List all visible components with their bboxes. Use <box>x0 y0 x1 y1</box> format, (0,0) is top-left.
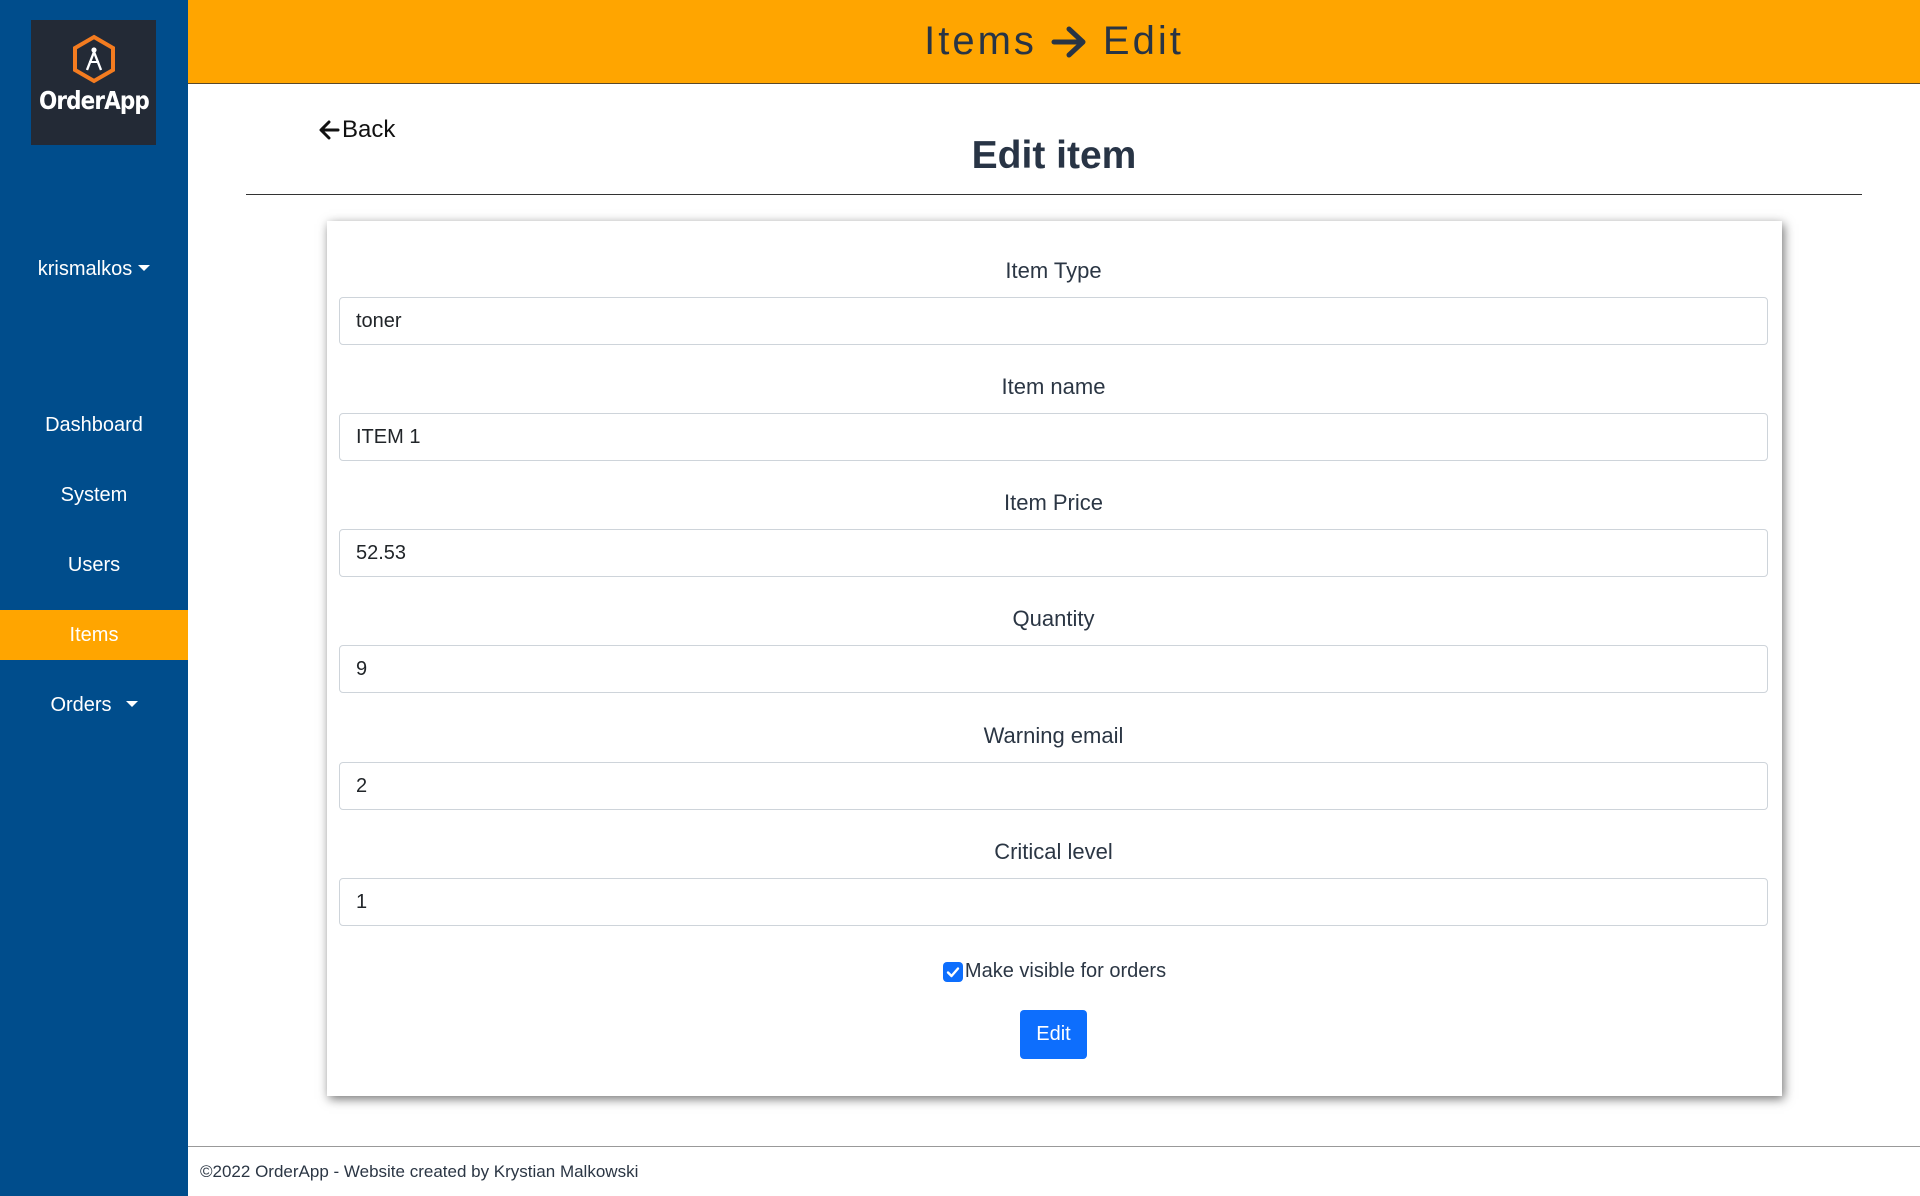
breadcrumb-parent: Items <box>924 19 1037 63</box>
visible-for-orders-row: Make visible for orders <box>327 960 1782 983</box>
critical-level-field: Critical level <box>339 832 1768 926</box>
item-name-field: Item name <box>339 367 1768 461</box>
sidebar-item-system[interactable]: System <box>0 470 188 520</box>
sidebar-item-items[interactable]: Items <box>0 610 188 660</box>
warning-email-label: Warning email <box>983 723 1124 748</box>
item-type-field: Item Type <box>339 251 1768 345</box>
item-type-label: Item Type <box>1005 258 1102 283</box>
caret-down-icon <box>138 265 151 272</box>
app-logo[interactable]: OrderApp <box>31 20 156 145</box>
item-price-label: Item Price <box>1003 490 1104 515</box>
visible-for-orders-label: Make visible for orders <box>964 960 1167 982</box>
user-name: krismalkos <box>37 258 133 280</box>
sidebar-item-dashboard[interactable]: Dashboard <box>0 400 188 450</box>
quantity-label: Quantity <box>1012 606 1095 631</box>
sidebar-nav: Dashboard System Users Items Orders <box>0 400 188 750</box>
sidebar-item-label: System <box>60 484 128 506</box>
sidebar-item-label: Items <box>69 624 119 646</box>
item-type-input[interactable] <box>339 297 1768 345</box>
item-name-input[interactable] <box>339 413 1768 461</box>
critical-level-label: Critical level <box>994 839 1113 864</box>
edit-submit-button[interactable]: Edit <box>1020 1010 1087 1059</box>
sidebar-item-label: Orders <box>50 694 112 716</box>
sidebar-item-users[interactable]: Users <box>0 540 188 590</box>
logo-text: OrderApp <box>38 86 150 115</box>
page-title: Edit item <box>971 134 1137 177</box>
critical-level-input[interactable] <box>339 878 1768 926</box>
sidebar-item-orders[interactable]: Orders <box>0 680 188 730</box>
footer-credit: ©2022 OrderApp - Website created by Krys… <box>200 1162 639 1181</box>
warning-email-input[interactable] <box>339 762 1768 810</box>
arrow-right-icon <box>1051 25 1089 59</box>
user-menu-dropdown[interactable]: krismalkos <box>0 258 188 281</box>
sidebar-item-label: Dashboard <box>45 414 143 436</box>
edit-item-form: Item Type Item name Item Price Quantity … <box>327 221 1782 1096</box>
item-name-label: Item name <box>1001 374 1106 399</box>
quantity-field: Quantity <box>339 599 1768 693</box>
caret-down-icon <box>125 701 138 708</box>
sidebar-item-label: Users <box>67 554 121 576</box>
footer-divider <box>188 1146 1920 1147</box>
check-icon <box>946 966 960 977</box>
warning-email-field: Warning email <box>339 716 1768 810</box>
title-divider <box>246 194 1862 195</box>
item-price-field: Item Price <box>339 483 1768 577</box>
compass-hexagon-icon <box>72 34 115 84</box>
sidebar: OrderApp krismalkos Dashboard System Use… <box>0 0 188 1196</box>
visible-for-orders-checkbox[interactable] <box>942 961 963 982</box>
item-price-input[interactable] <box>339 529 1768 577</box>
breadcrumb-current: Edit <box>1102 19 1184 63</box>
quantity-input[interactable] <box>339 645 1768 693</box>
page-header: Items Edit <box>188 0 1920 84</box>
